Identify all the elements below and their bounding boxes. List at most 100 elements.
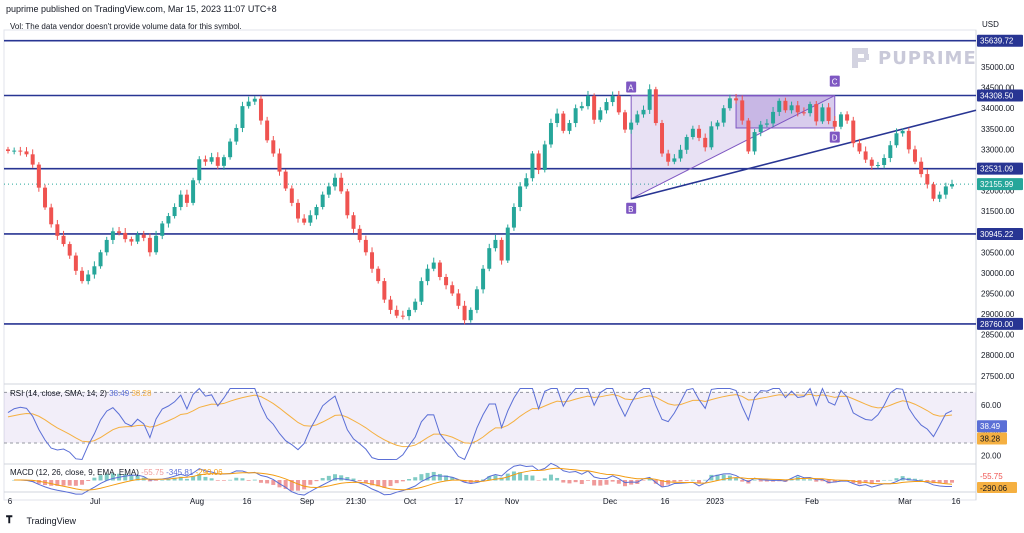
rsi-pane: 60.0040.0020.0038.4938.28	[4, 387, 1007, 461]
level-label: 34308.50	[980, 92, 1014, 101]
candle-body	[826, 107, 831, 121]
candle-body	[487, 248, 492, 269]
candle-body	[104, 239, 109, 253]
time-tick-label: Mar	[898, 497, 912, 506]
macd-title: MACD (12, 26, close, 9, EMA, EMA)	[10, 468, 139, 477]
macd-histogram-bar	[684, 480, 689, 481]
candle-body	[345, 191, 350, 216]
candle-body	[123, 232, 128, 240]
candle-body	[24, 151, 29, 155]
macd-legend: MACD (12, 26, close, 9, EMA, EMA) -55.75…	[10, 468, 223, 477]
price-tick-label: 34000.00	[981, 104, 1015, 113]
candle-body	[73, 255, 78, 271]
price-chart[interactable]: 35000.0034500.0034000.0033500.0033000.00…	[0, 0, 1024, 533]
price-tick-label: 28000.00	[981, 351, 1015, 360]
candle-body	[234, 127, 239, 142]
macd-histogram-bar	[808, 479, 813, 481]
candle-body	[203, 159, 208, 162]
candle-body	[777, 100, 782, 112]
candle-body	[462, 305, 467, 321]
time-axis-ticks: 6 Jul Aug 16 Sep 21:30 Oct 17 Nov Dec 16 2023 Feb Mar…	[8, 497, 961, 506]
macd-histogram-bar	[258, 480, 263, 483]
time-tick-label: Jul	[90, 497, 100, 506]
level-label: 30945.22	[980, 230, 1014, 239]
candle-body	[820, 107, 825, 122]
candle-body	[555, 113, 560, 124]
candle-body	[400, 315, 405, 317]
candle-body	[579, 106, 584, 109]
level-label: 35639.72	[980, 37, 1014, 46]
price-tick-label: 33500.00	[981, 125, 1015, 134]
macd-histogram-bar	[394, 480, 399, 484]
candle-body	[585, 95, 590, 107]
candle-body	[252, 98, 257, 102]
candle-body	[277, 153, 282, 172]
macd-value-tag-label: -55.75	[980, 472, 1003, 481]
time-tick-label: 2023	[706, 497, 724, 506]
macd-histogram-bar	[542, 478, 547, 481]
candle-body	[511, 207, 516, 228]
time-tick-label: 16	[243, 497, 252, 506]
candle-body	[912, 149, 917, 162]
macd-histogram-bar	[388, 480, 393, 487]
candle-body	[425, 268, 430, 282]
candle-body	[468, 309, 473, 321]
candle-body	[561, 113, 566, 131]
macd-histogram-bar	[320, 478, 325, 481]
rsi-band	[4, 392, 976, 443]
macd-histogram-bar	[86, 480, 91, 482]
candle-body	[178, 194, 183, 207]
macd-histogram-bar	[92, 477, 97, 481]
price-level-labels: 35639.72 34308.50 32531.09 30945.22 28760.00…	[977, 34, 1023, 330]
candle-body	[838, 114, 843, 127]
candle-body	[530, 153, 535, 179]
macd-histogram-bar	[524, 474, 529, 481]
candle-body	[283, 171, 288, 189]
candle-body	[413, 301, 418, 310]
last-price-label: 32155.99	[980, 180, 1014, 189]
price-tick-label: 28500.00	[981, 331, 1015, 340]
macd-histogram-bar	[191, 476, 196, 481]
candle-body	[697, 128, 702, 138]
candle-body	[30, 154, 35, 165]
level-label: 32531.09	[980, 165, 1014, 174]
macd-histogram-bar	[579, 480, 584, 485]
time-tick-label: Sep	[300, 497, 315, 506]
candle-body	[92, 266, 97, 275]
candle-body	[635, 114, 640, 123]
candle-body	[524, 178, 529, 187]
candle-body	[191, 180, 196, 203]
candle-body	[734, 98, 739, 101]
candle-body	[888, 145, 893, 159]
macd-histogram-bar	[623, 480, 627, 487]
macd-histogram-bar	[228, 479, 233, 481]
time-tick-label: 6	[8, 497, 13, 506]
candle-body	[567, 123, 572, 131]
candle-body	[197, 159, 202, 181]
footer-branding: 𝐓 TradingView	[6, 515, 76, 526]
macd-histogram-bar	[184, 478, 189, 481]
candle-body	[678, 149, 683, 159]
macd-histogram-bar	[252, 479, 257, 481]
candle-body	[814, 104, 819, 122]
candle-body	[906, 130, 911, 150]
candle-body	[740, 100, 745, 121]
macd-histogram-bar	[302, 480, 307, 490]
candle-body	[265, 120, 270, 141]
macd-histogram-bar	[407, 479, 412, 481]
candle-body	[672, 158, 677, 162]
candle-body	[431, 262, 436, 269]
candle-body	[931, 184, 936, 199]
candle-body	[228, 141, 233, 158]
candle-body	[592, 95, 597, 120]
candle-body	[647, 89, 652, 110]
candle-body	[320, 194, 325, 207]
candle-body	[746, 120, 751, 152]
time-tick-label: Feb	[805, 497, 819, 506]
macd-histogram-bar	[598, 480, 603, 486]
macd-histogram-bar	[875, 480, 880, 483]
level-label: 28760.00	[980, 320, 1014, 329]
candle-body	[789, 105, 794, 111]
macd-histogram-bar	[548, 474, 553, 481]
candle-body	[36, 164, 41, 188]
